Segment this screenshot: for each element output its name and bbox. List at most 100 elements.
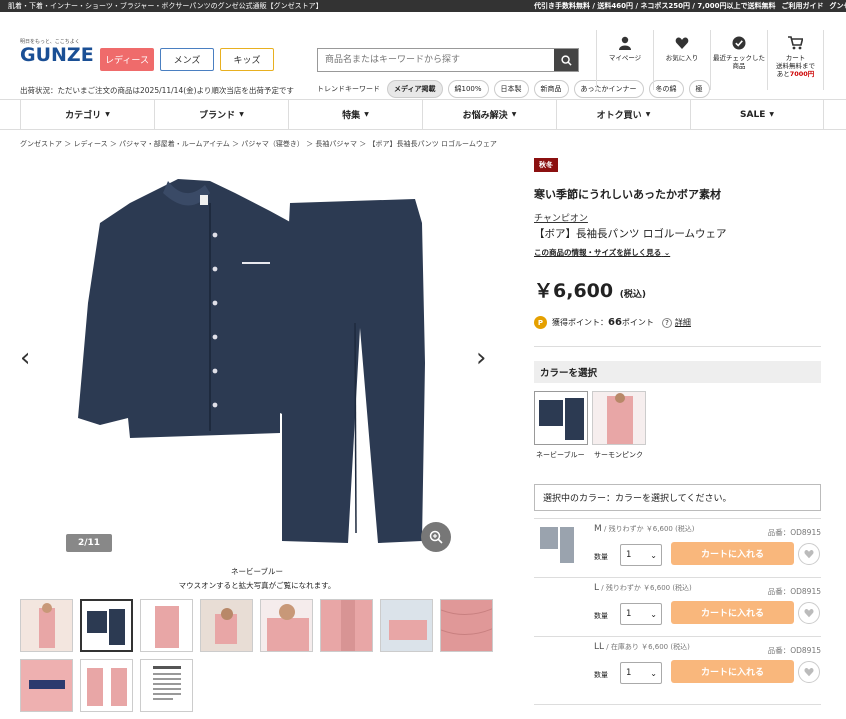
thumbnail[interactable] bbox=[20, 659, 73, 712]
kids-button[interactable]: キッズ bbox=[220, 48, 274, 71]
mypage-link[interactable]: マイページ bbox=[596, 30, 653, 90]
nav-deals[interactable]: オトク買い ▼ bbox=[556, 100, 690, 129]
qty-select[interactable]: 1 ⌄ bbox=[620, 662, 662, 684]
points-icon: P bbox=[534, 316, 547, 329]
thumbnail[interactable] bbox=[140, 659, 193, 712]
thumbnail[interactable] bbox=[440, 599, 493, 652]
favorite-button[interactable] bbox=[798, 602, 820, 624]
swatch-pink[interactable] bbox=[592, 391, 646, 445]
thumbnail[interactable] bbox=[200, 599, 253, 652]
caret-down-icon: ▼ bbox=[769, 111, 774, 118]
header: 明日をもっと、ここちよく GUNZE レディース メンズ キッズ 出荷状況：ただ… bbox=[0, 12, 846, 100]
caret-down-icon: ▼ bbox=[511, 111, 517, 118]
nav-brand-label: ブランド bbox=[199, 111, 236, 121]
price-tax: (税込) bbox=[619, 290, 646, 300]
points-detail-link[interactable]: 詳細 bbox=[675, 317, 691, 328]
price: ￥6,600 (税込) bbox=[534, 276, 646, 303]
qty-value: 1 bbox=[626, 668, 632, 678]
favorite-button[interactable] bbox=[798, 661, 820, 683]
free-shipping-prefix: あと bbox=[776, 70, 790, 78]
thumbnail[interactable] bbox=[140, 599, 193, 652]
main-product-image[interactable] bbox=[60, 163, 450, 556]
trend-chip[interactable]: 新商品 bbox=[533, 80, 569, 98]
caret-down-icon: ▼ bbox=[105, 111, 110, 118]
divider bbox=[534, 704, 821, 705]
favorite-button[interactable] bbox=[798, 543, 820, 565]
color-select-header: カラーを選択 bbox=[534, 361, 821, 383]
check-icon bbox=[732, 36, 746, 50]
row-price: ￥6,600 (税込) bbox=[641, 643, 690, 651]
points-unit: ポイント bbox=[621, 318, 654, 327]
qty-select[interactable]: 1 ⌄ bbox=[620, 603, 662, 625]
search-icon bbox=[560, 54, 572, 66]
favorites-link[interactable]: お気に入り bbox=[653, 30, 710, 90]
header-icons: マイページ お気に入り 最近チェックした商品 カート 送料無料まで あと7000… bbox=[596, 30, 824, 90]
nav-brand[interactable]: ブランド ▼ bbox=[154, 100, 288, 129]
help-icon: ? bbox=[661, 317, 672, 328]
product-code: 品番：OD8915 bbox=[767, 587, 821, 596]
nav-sale-label: SALE bbox=[740, 109, 766, 120]
thumbnail[interactable] bbox=[80, 659, 133, 712]
nav-sale[interactable]: SALE ▼ bbox=[690, 100, 824, 129]
thumbnail[interactable] bbox=[320, 599, 373, 652]
image-counter: 2/11 bbox=[66, 534, 112, 552]
add-to-cart-button[interactable]: カートに入れる bbox=[671, 542, 794, 565]
zoom-button[interactable] bbox=[421, 522, 451, 552]
cart-label: カート bbox=[785, 54, 806, 62]
nav-category[interactable]: カテゴリ ▼ bbox=[20, 100, 154, 129]
logo-name: GUNZE bbox=[20, 44, 94, 66]
chevron-down-icon: ⌄ bbox=[650, 550, 657, 560]
search-button[interactable] bbox=[554, 49, 578, 71]
guide-link[interactable]: ご利用ガイド bbox=[782, 1, 824, 11]
qty-label: 数量 bbox=[594, 553, 608, 561]
zoom-icon bbox=[429, 530, 443, 544]
caret-down-icon: ▼ bbox=[239, 111, 244, 118]
recent-label: 最近チェックした商品 bbox=[713, 54, 765, 70]
add-to-cart-button[interactable]: カートに入れる bbox=[671, 601, 794, 624]
thumbnail[interactable] bbox=[260, 599, 313, 652]
points-value: 66 bbox=[608, 317, 622, 328]
swatch-navy[interactable] bbox=[534, 391, 588, 445]
next-image-arrow[interactable]: › bbox=[476, 345, 486, 371]
row-price: ￥6,600 (税込) bbox=[643, 584, 692, 592]
thumbnail[interactable] bbox=[380, 599, 433, 652]
ladies-button[interactable]: レディース bbox=[100, 48, 154, 71]
nav-solutions-label: お悩み解決 bbox=[462, 111, 508, 121]
season-badge: 秋冬 bbox=[534, 158, 558, 172]
thumbnail[interactable] bbox=[80, 599, 133, 652]
top-bar: 肌着・下着・インナー・ショーツ・ブラジャー・ボクサーパンツのグンゼ公式通販【グン… bbox=[0, 0, 846, 12]
nav-category-label: カテゴリ bbox=[65, 111, 102, 121]
product-thumb bbox=[540, 527, 574, 563]
qty-select[interactable]: 1 ⌄ bbox=[620, 544, 662, 566]
divider bbox=[534, 346, 821, 347]
recent-link[interactable]: 最近チェックした商品 bbox=[710, 30, 767, 90]
nav-solutions[interactable]: お悩み解決 ▼ bbox=[422, 100, 556, 129]
trend-chip[interactable]: 綿100% bbox=[447, 80, 489, 98]
trend-chip[interactable]: 日本製 bbox=[493, 80, 529, 98]
product-name: 【ボア】長袖長パンツ ロゴルームウェア bbox=[534, 228, 727, 240]
search-input[interactable] bbox=[318, 49, 554, 71]
shipping-info-link[interactable]: 代引き手数料無料 / 送料460円 / ネコポス250円 / 7,000円以上で… bbox=[534, 1, 776, 11]
trend-chip[interactable]: メディア掲載 bbox=[387, 80, 443, 98]
prev-image-arrow[interactable]: ‹ bbox=[20, 345, 30, 371]
quality-link[interactable]: グンゼ品質のこだわり bbox=[830, 1, 846, 11]
heart-icon bbox=[804, 550, 814, 559]
heart-icon bbox=[675, 37, 689, 49]
size-info: L / 残りわずか ￥6,600 (税込) bbox=[594, 583, 692, 593]
brand-link[interactable]: チャンピオン bbox=[534, 211, 588, 224]
stock-status: 在庫あり bbox=[610, 643, 639, 651]
breadcrumb[interactable]: グンゼストア ＞ レディース ＞ パジャマ・部屋着・ルームアイテム ＞ パジャマ… bbox=[20, 139, 497, 149]
cart-link[interactable]: カート 送料無料まで あと7000円 bbox=[767, 30, 824, 90]
caret-down-icon: ▼ bbox=[645, 111, 651, 118]
nav-feature[interactable]: 特集 ▼ bbox=[288, 100, 422, 129]
thumbnail[interactable] bbox=[20, 599, 73, 652]
free-shipping-note: 送料無料まで bbox=[776, 62, 815, 70]
qty-value: 1 bbox=[626, 550, 632, 560]
gunze-logo[interactable]: 明日をもっと、ここちよく GUNZE bbox=[20, 38, 94, 65]
shipping-notice: 出荷状況：ただいまご注文の商品は2025/11/14(金)より順次当店を出荷予定… bbox=[20, 86, 294, 95]
mens-button[interactable]: メンズ bbox=[160, 48, 214, 71]
stock-status: 残りわずか bbox=[605, 584, 641, 592]
swatch-pink-label: サーモンピンク bbox=[594, 451, 643, 459]
product-info-link[interactable]: この商品の情報・サイズを詳しく見る ⌄ bbox=[534, 247, 670, 258]
add-to-cart-button[interactable]: カートに入れる bbox=[671, 660, 794, 683]
